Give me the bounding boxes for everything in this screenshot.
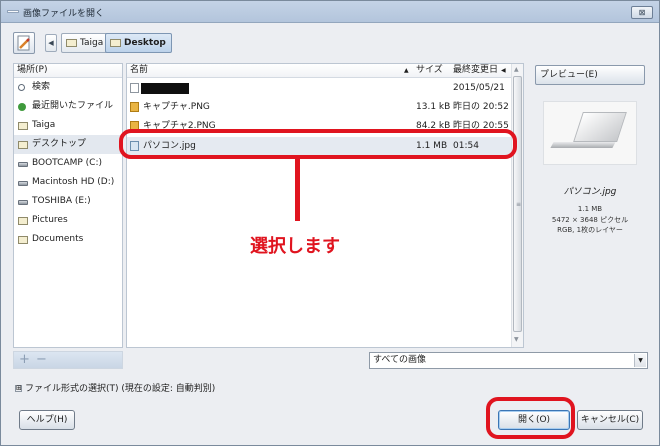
place-recent-files[interactable]: 最近開いたファイル	[14, 97, 122, 116]
window-icon	[7, 10, 19, 13]
place-pictures[interactable]: Pictures	[14, 211, 122, 230]
file-filter-select[interactable]: すべての画像 ▼	[369, 352, 648, 369]
place-label: BOOTCAMP (C:)	[32, 158, 102, 168]
sort-arrow-icon: ▲	[404, 67, 409, 74]
file-list: 名前 ▲ サイズ 最終変更日 ◀ 2015/05/21 キャプチャ.PNG 13…	[126, 63, 524, 348]
place-taiga[interactable]: Taiga	[14, 116, 122, 135]
pencil-icon	[17, 35, 30, 51]
title-bar: 画像ファイルを開く ⊠	[1, 1, 659, 23]
place-label: TOSHIBA (E:)	[32, 196, 91, 206]
folder-icon	[66, 39, 77, 47]
file-modified: 2015/05/21	[453, 83, 505, 93]
preview-thumbnail	[543, 101, 637, 165]
breadcrumb-label: Taiga	[80, 38, 104, 48]
expand-icon: ⊞	[15, 384, 22, 392]
preview-toggle-button[interactable]: プレビュー(E)	[535, 65, 645, 85]
drive-icon	[18, 181, 28, 186]
recent-icon	[18, 103, 26, 111]
png-file-icon	[130, 102, 139, 112]
preview-dimensions: 5472 × 3648 ピクセル	[551, 216, 629, 224]
close-button[interactable]: ⊠	[631, 6, 653, 19]
places-header[interactable]: 場所(P)	[14, 64, 122, 78]
remove-bookmark-button[interactable]: −	[36, 352, 47, 368]
file-size: 13.1 kB	[416, 102, 451, 112]
file-row[interactable]: キャプチャ.PNG 13.1 kB 昨日の 20:52	[127, 98, 511, 116]
preview-size: 1.1 MB	[577, 205, 603, 213]
column-name[interactable]: 名前	[130, 64, 148, 77]
preview-filename: パソコン.jpg	[563, 187, 617, 197]
file-list-scrollbar[interactable]: ▲ ≡ ▼	[511, 64, 523, 347]
search-icon	[18, 84, 25, 91]
filetype-label: ファイル形式の選択(T) (現在の設定: 自動判別)	[25, 384, 216, 394]
places-panel: 場所(P) 検索 最近開いたファイル Taiga デスクトップ BOOTCAMP…	[13, 63, 123, 348]
help-button[interactable]: ヘルプ(H)	[19, 410, 75, 430]
place-macintosh-hd[interactable]: Macintosh HD (D:)	[14, 173, 122, 192]
folder-icon	[18, 217, 28, 225]
annotation-pointer	[295, 157, 300, 221]
scrollbar-thumb[interactable]: ≡	[513, 76, 522, 332]
laptop-base	[550, 142, 616, 148]
file-row[interactable]: 2015/05/21	[127, 79, 511, 97]
column-size[interactable]: サイズ	[416, 64, 443, 77]
breadcrumb-back-arrow[interactable]: ◀	[45, 34, 57, 52]
window-title: 画像ファイルを開く	[23, 9, 105, 19]
place-documents[interactable]: Documents	[14, 230, 122, 249]
toolbar: ◀ Taiga Desktop	[1, 23, 659, 61]
drive-icon	[18, 200, 28, 205]
redacted-filename	[141, 83, 189, 94]
folder-icon	[18, 141, 28, 149]
column-more-arrow-icon[interactable]: ◀	[501, 64, 506, 77]
place-label: Macintosh HD (D:)	[32, 177, 115, 187]
scroll-up-arrow-icon[interactable]: ▲	[514, 66, 519, 73]
preview-mode: RGB, 1枚のレイヤー	[557, 226, 623, 234]
folder-icon	[18, 236, 28, 244]
place-label: Documents	[32, 234, 84, 244]
selection-highlight	[119, 129, 517, 159]
grip-icon: ≡	[516, 201, 522, 208]
cancel-button[interactable]: キャンセル(C)	[577, 410, 643, 430]
place-label: デスクトップ	[32, 139, 87, 149]
place-toshiba[interactable]: TOSHIBA (E:)	[14, 192, 122, 211]
blank-file-icon	[130, 83, 139, 93]
breadcrumb-taiga[interactable]: Taiga	[61, 33, 110, 53]
drive-icon	[18, 162, 28, 167]
folder-icon	[18, 122, 28, 130]
place-label: 検索	[32, 82, 51, 92]
folder-icon	[110, 39, 121, 47]
add-bookmark-button[interactable]: +	[19, 352, 30, 368]
file-name: キャプチャ.PNG	[143, 102, 210, 112]
scroll-down-arrow-icon[interactable]: ▼	[514, 336, 519, 343]
filter-value: すべての画像	[373, 355, 427, 365]
place-desktop[interactable]: デスクトップ	[14, 135, 122, 154]
chevron-down-icon[interactable]: ▼	[634, 354, 646, 367]
column-modified[interactable]: 最終変更日	[453, 64, 498, 77]
annotation-text: 選択します	[250, 236, 340, 257]
place-label: Taiga	[32, 120, 56, 130]
open-image-dialog: 画像ファイルを開く ⊠ ◀ Taiga Desktop 場所(P) 検索 最近開…	[0, 0, 660, 446]
open-button-highlight	[486, 397, 575, 439]
place-label: Pictures	[32, 215, 68, 225]
breadcrumb-label: Desktop	[124, 38, 166, 48]
preview-panel: プレビュー(E) パソコン.jpg 1.1 MB 5472 × 3648 ピクセ…	[533, 63, 647, 348]
type-location-button[interactable]	[13, 32, 35, 54]
places-buttons: + −	[13, 351, 123, 369]
laptop-image	[573, 112, 627, 142]
breadcrumb-desktop[interactable]: Desktop	[105, 33, 172, 53]
file-list-header: 名前 ▲ サイズ 最終変更日 ◀	[127, 64, 511, 78]
place-label: 最近開いたファイル	[32, 101, 114, 111]
filetype-expander[interactable]: ⊞ ファイル形式の選択(T) (現在の設定: 自動判別)	[15, 381, 215, 394]
place-bootcamp[interactable]: BOOTCAMP (C:)	[14, 154, 122, 173]
file-modified: 昨日の 20:52	[453, 102, 509, 112]
place-search[interactable]: 検索	[14, 78, 122, 97]
